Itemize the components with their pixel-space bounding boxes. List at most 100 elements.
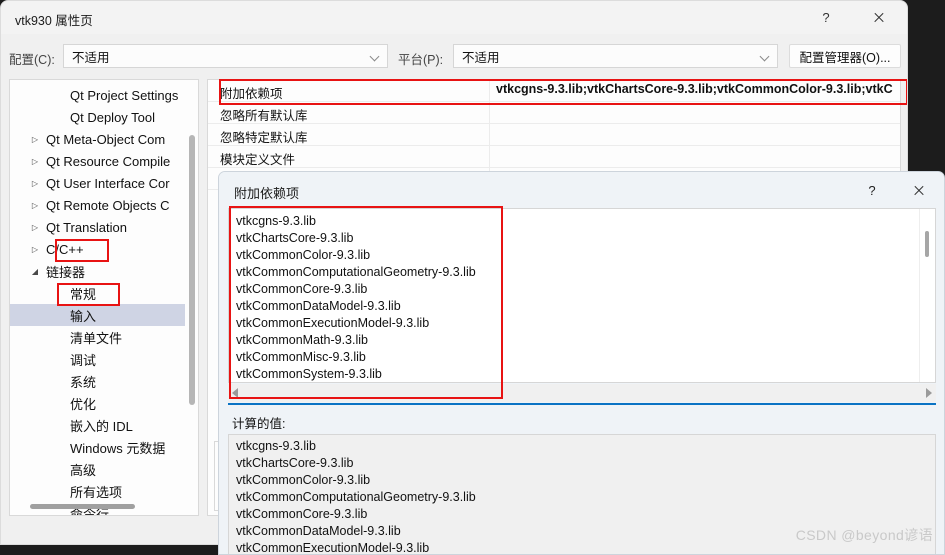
sidebar-item-label: Qt Translation (46, 219, 127, 235)
sidebar-item-3[interactable]: ▷ Qt Resource Compile (10, 150, 185, 172)
chevron-right-icon[interactable]: ▷ (28, 245, 42, 254)
platform-label: 平台(P): (398, 53, 444, 67)
dialog-title: 附加依赖项 (234, 186, 300, 201)
close-icon (913, 185, 924, 196)
sidebar-item-6[interactable]: ▷ Qt Translation (10, 216, 185, 238)
dependency-line: vtkChartsCore-9.3.lib (236, 231, 354, 245)
property-value[interactable]: vtkcgns-9.3.lib;vtkChartsCore-9.3.lib;vt… (496, 82, 896, 96)
computed-line: vtkChartsCore-9.3.lib (236, 456, 354, 470)
chevron-right-icon[interactable]: ▷ (28, 223, 42, 232)
question-mark-icon: ? (868, 182, 876, 198)
textarea-vertical-scroll-thumb[interactable] (925, 231, 929, 257)
question-mark-icon: ? (822, 10, 830, 25)
column-divider (489, 102, 490, 123)
sidebar-item-4[interactable]: ▷ Qt User Interface Cor (10, 172, 185, 194)
property-row[interactable]: 忽略所有默认库 (208, 102, 900, 124)
property-name: 附加依赖项 (220, 87, 283, 101)
sidebar-item-1[interactable]: Qt Deploy Tool (10, 106, 185, 128)
sidebar-item-label: 嵌入的 IDL (70, 418, 133, 434)
textarea-horizontal-scrollbar[interactable] (228, 384, 936, 402)
column-divider (489, 146, 490, 167)
tree-vertical-scrollbar[interactable] (189, 135, 195, 405)
dependencies-text-lines: vtkcgns-9.3.lib vtkChartsCore-9.3.lib vtkC… (236, 213, 913, 382)
chevron-down-icon[interactable]: ◢ (28, 267, 42, 276)
sidebar-item-14[interactable]: 优化 (10, 392, 185, 414)
scroll-left-arrow-icon[interactable] (232, 388, 238, 398)
additional-dependencies-dialog: 附加依赖项 ? vtkcgns-9.3.lib vtkChartsCore-9.3… (218, 171, 945, 555)
sidebar-item-label: 输入 (70, 308, 97, 324)
computed-line: vtkcgns-9.3.lib (236, 439, 316, 453)
dependency-line: vtkCommonSystem-9.3.lib (236, 367, 382, 381)
dependency-line: vtkCommonMisc-9.3.lib (236, 350, 366, 364)
sidebar-item-label: Qt User Interface Cor (46, 175, 170, 191)
help-button[interactable]: ? (803, 1, 849, 34)
property-row[interactable]: 忽略特定默认库 (208, 124, 900, 146)
computed-line: vtkCommonCore-9.3.lib (236, 507, 368, 521)
sidebar-item-16[interactable]: Windows 元数据 (10, 436, 185, 458)
chevron-right-icon[interactable]: ▷ (28, 201, 42, 210)
sidebar-item-label: 链接器 (46, 264, 86, 280)
tree-horizontal-scrollbar[interactable] (30, 504, 135, 509)
property-name: 模块定义文件 (220, 153, 296, 167)
chevron-right-icon[interactable]: ▷ (28, 157, 42, 166)
configuration-manager-button[interactable]: 配置管理器(O)... (789, 44, 901, 68)
sidebar-item-7[interactable]: ▷ C/C++ (10, 238, 185, 260)
sidebar-item-label: Qt Remote Objects C (46, 197, 170, 213)
property-name: 忽略特定默认库 (220, 131, 308, 145)
textarea-vertical-scrollbar[interactable] (919, 209, 935, 382)
dependency-line: vtkcgns-9.3.lib (236, 214, 316, 228)
sidebar-item-5[interactable]: ▷ Qt Remote Objects C (10, 194, 185, 216)
sidebar-item-15[interactable]: 嵌入的 IDL (10, 414, 185, 436)
dependency-line: vtkCommonColor-9.3.lib (236, 248, 371, 262)
sidebar-item-17[interactable]: 高级 (10, 458, 185, 480)
sidebar-item-10[interactable]: 输入 (10, 304, 185, 326)
chevron-right-icon[interactable]: ▷ (28, 179, 42, 188)
computed-line: vtkCommonExecutionModel-9.3.lib (236, 541, 430, 555)
sidebar-item-8[interactable]: ◢ 链接器 (10, 260, 185, 282)
sidebar-item-label: Qt Deploy Tool (70, 109, 156, 125)
scroll-right-arrow-icon[interactable] (926, 388, 932, 398)
column-divider (489, 124, 490, 145)
sidebar-item-label: C/C++ (46, 241, 84, 257)
dialog-separator (228, 403, 936, 405)
sidebar-item-2[interactable]: ▷ Qt Meta-Object Com (10, 128, 185, 150)
sidebar-item-11[interactable]: 清单文件 (10, 326, 185, 348)
sidebar-item-label: 优化 (70, 396, 97, 412)
sidebar-item-label: Qt Project Settings (70, 87, 179, 103)
property-row[interactable]: 模块定义文件 (208, 146, 900, 168)
sidebar-item-0[interactable]: Qt Project Settings (10, 84, 185, 106)
dialog-titlebar: 附加依赖项 ? (219, 172, 944, 208)
computed-line: vtkCommonColor-9.3.lib (236, 473, 371, 487)
dependencies-textarea[interactable]: vtkcgns-9.3.lib vtkChartsCore-9.3.lib vtkC… (228, 208, 936, 383)
property-name: 忽略所有默认库 (220, 109, 308, 123)
sidebar-item-label: Qt Resource Compile (46, 153, 171, 169)
sidebar-item-label: 系统 (70, 374, 97, 390)
window-titlebar: vtk930 属性页 ? (1, 1, 907, 34)
dialog-close-button[interactable] (895, 172, 941, 208)
dependency-line: vtkCommonDataModel-9.3.lib (236, 299, 401, 313)
dependency-line: vtkCommonCore-9.3.lib (236, 282, 368, 296)
close-icon (873, 12, 884, 23)
configuration-select[interactable]: 不适用 (63, 44, 388, 68)
platform-select[interactable]: 不适用 (453, 44, 778, 68)
settings-tree-panel[interactable]: Qt Project Settings Qt Deploy Tool ▷ Qt Met… (9, 79, 199, 516)
sidebar-item-13[interactable]: 系统 (10, 370, 185, 392)
sidebar-item-12[interactable]: 调试 (10, 348, 185, 370)
sidebar-item-18[interactable]: 所有选项 (10, 480, 185, 502)
watermark: CSDN @beyond谚语 (795, 527, 933, 543)
configuration-bar: 配置(C): 不适用 平台(P): 不适用 配置管理器(O)... (1, 41, 907, 73)
close-button[interactable] (855, 1, 901, 34)
sidebar-item-label: 清单文件 (70, 330, 123, 346)
platform-value: 不适用 (462, 50, 500, 65)
configuration-label: 配置(C): (9, 53, 55, 67)
chevron-right-icon[interactable]: ▷ (28, 135, 42, 144)
dependency-line: vtkCommonExecutionModel-9.3.lib (236, 316, 430, 330)
computed-value-lines: vtkcgns-9.3.lib vtkChartsCore-9.3.lib vtkC… (236, 438, 476, 555)
property-row[interactable]: 附加依赖项 vtkcgns-9.3.lib;vtkChartsCore-9.3.l… (208, 80, 900, 102)
computed-line: vtkCommonComputationalGeometry-9.3.lib (236, 490, 476, 504)
sidebar-item-9[interactable]: 常规 (10, 282, 185, 304)
dialog-help-button[interactable]: ? (849, 172, 895, 208)
sidebar-item-label: 所有选项 (70, 484, 123, 500)
dependency-line: vtkCommonMath-9.3.lib (236, 333, 368, 347)
computed-line: vtkCommonDataModel-9.3.lib (236, 524, 401, 538)
